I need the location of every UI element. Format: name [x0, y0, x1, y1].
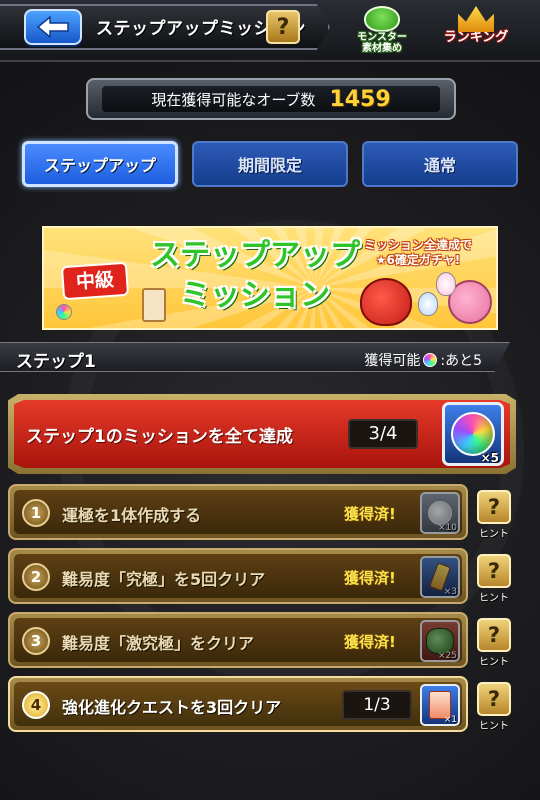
back-arrow-icon — [36, 16, 69, 38]
hint-button-1[interactable]: ? ヒント — [474, 490, 514, 546]
hint-label: ヒント — [479, 593, 509, 604]
hint-question-icon: ? — [477, 618, 511, 652]
hint-button-3[interactable]: ? ヒント — [474, 618, 514, 674]
orb-counter-label: 現在獲得可能なオーブ数 — [151, 90, 316, 109]
mission-reward[interactable]: ×1 — [420, 684, 460, 726]
orb-icon — [423, 353, 438, 367]
back-button[interactable] — [24, 9, 82, 45]
event-banner[interactable]: 中級 ステップアップ ミッション ミッション全達成で ★6確定ガチャ! — [42, 226, 498, 330]
banner-sub-line2: ★6確定ガチャ! — [375, 253, 461, 267]
main-mission-progress: 3/4 — [348, 419, 418, 449]
ranking-label: ランキング — [443, 30, 509, 45]
acquired-badge: 獲得済! — [344, 569, 396, 587]
step-title: ステップ1 — [16, 352, 96, 372]
reward-quantity: ×10 — [438, 523, 457, 533]
reward-quantity: ×5 — [480, 451, 499, 465]
hint-button-2[interactable]: ? ヒント — [474, 554, 514, 610]
orb-icon — [451, 412, 495, 456]
step-remaining-label: 獲得可能 — [364, 353, 421, 369]
mission-number: 4 — [22, 691, 50, 719]
orb-counter-panel: 現在獲得可能なオーブ数 1459 — [86, 78, 456, 120]
mascot-icon — [360, 278, 412, 326]
banner-title-line1: ステップアップ — [150, 238, 360, 273]
egg-icon — [436, 272, 456, 296]
clover-icon — [364, 6, 400, 32]
acquired-badge: 獲得済! — [344, 505, 396, 523]
mission-text: 運極を1体作成する — [62, 506, 202, 525]
mission-text: 強化進化クエストを3回クリア — [62, 698, 282, 717]
monster-material-label-2: 素材集め — [362, 43, 402, 54]
scroll-icon — [142, 288, 166, 322]
mission-reward[interactable]: ×25 — [420, 620, 460, 662]
main-mission-card: ステップ1のミッションを全て達成 3/4 ×5 — [8, 394, 516, 474]
mission-number: 3 — [22, 627, 50, 655]
hint-button-4[interactable]: ? ヒント — [474, 682, 514, 738]
mission-reward[interactable]: ×10 — [420, 492, 460, 534]
tab-normal[interactable]: 通常 — [362, 141, 518, 187]
egg-icon — [56, 304, 72, 320]
header-bar: ステップアップミッション ? モンスター 素材集め ランキング — [0, 0, 540, 62]
hint-question-icon: ? — [477, 682, 511, 716]
crown-icon — [458, 6, 494, 32]
help-button[interactable]: ? — [266, 10, 300, 44]
banner-sub-line1: ミッション全達成で — [363, 238, 472, 252]
reward-quantity: ×3 — [443, 587, 457, 597]
main-mission-text: ステップ1のミッションを全て達成 — [26, 427, 293, 447]
egg-icon — [418, 292, 438, 316]
tab-stepup[interactable]: ステップアップ — [22, 141, 178, 187]
banner-level-badge: 中級 — [60, 261, 130, 301]
mission-reward[interactable]: ×3 — [420, 556, 460, 598]
hint-label: ヒント — [479, 721, 509, 732]
mission-text: 難易度「激究極」をクリア — [62, 634, 255, 653]
hint-label: ヒント — [479, 529, 509, 540]
step-remaining-value: :あと5 — [440, 353, 482, 369]
mission-progress: 1/3 — [342, 690, 412, 720]
mission-row-2: 2 難易度「究極」を5回クリア 獲得済! ×3 — [8, 548, 468, 604]
hint-question-icon: ? — [477, 554, 511, 588]
mission-number: 1 — [22, 499, 50, 527]
medal-icon — [428, 501, 452, 525]
ranking-button[interactable]: ランキング — [440, 6, 512, 56]
step-header: ステップ1 獲得可能 :あと5 — [0, 342, 510, 372]
main-mission-reward[interactable]: ×5 — [442, 402, 504, 466]
monster-material-label-1: モンスター — [357, 32, 407, 43]
monster-material-button[interactable]: モンスター 素材集め — [346, 6, 418, 56]
reward-quantity: ×25 — [438, 651, 457, 661]
mission-number: 2 — [22, 563, 50, 591]
mission-text: 難易度「究極」を5回クリア — [62, 570, 266, 589]
mission-row-3: 3 難易度「激究極」をクリア 獲得済! ×25 — [8, 612, 468, 668]
step-remaining: 獲得可能 :あと5 — [364, 350, 482, 370]
banner-title: ステップアップ ミッション — [140, 236, 370, 316]
tab-limited[interactable]: 期間限定 — [192, 141, 348, 187]
orb-counter-value: 1459 — [329, 86, 391, 112]
banner-subtitle: ミッション全達成で ★6確定ガチャ! — [348, 238, 488, 268]
hint-label: ヒント — [479, 657, 509, 668]
mission-row-4: 4 強化進化クエストを3回クリア 1/3 ×1 — [8, 676, 468, 732]
mission-row-1: 1 運極を1体作成する 獲得済! ×10 — [8, 484, 468, 540]
reward-quantity: ×1 — [443, 715, 457, 725]
acquired-badge: 獲得済! — [344, 633, 396, 651]
hint-question-icon: ? — [477, 490, 511, 524]
banner-title-line2: ミッション — [180, 278, 330, 313]
